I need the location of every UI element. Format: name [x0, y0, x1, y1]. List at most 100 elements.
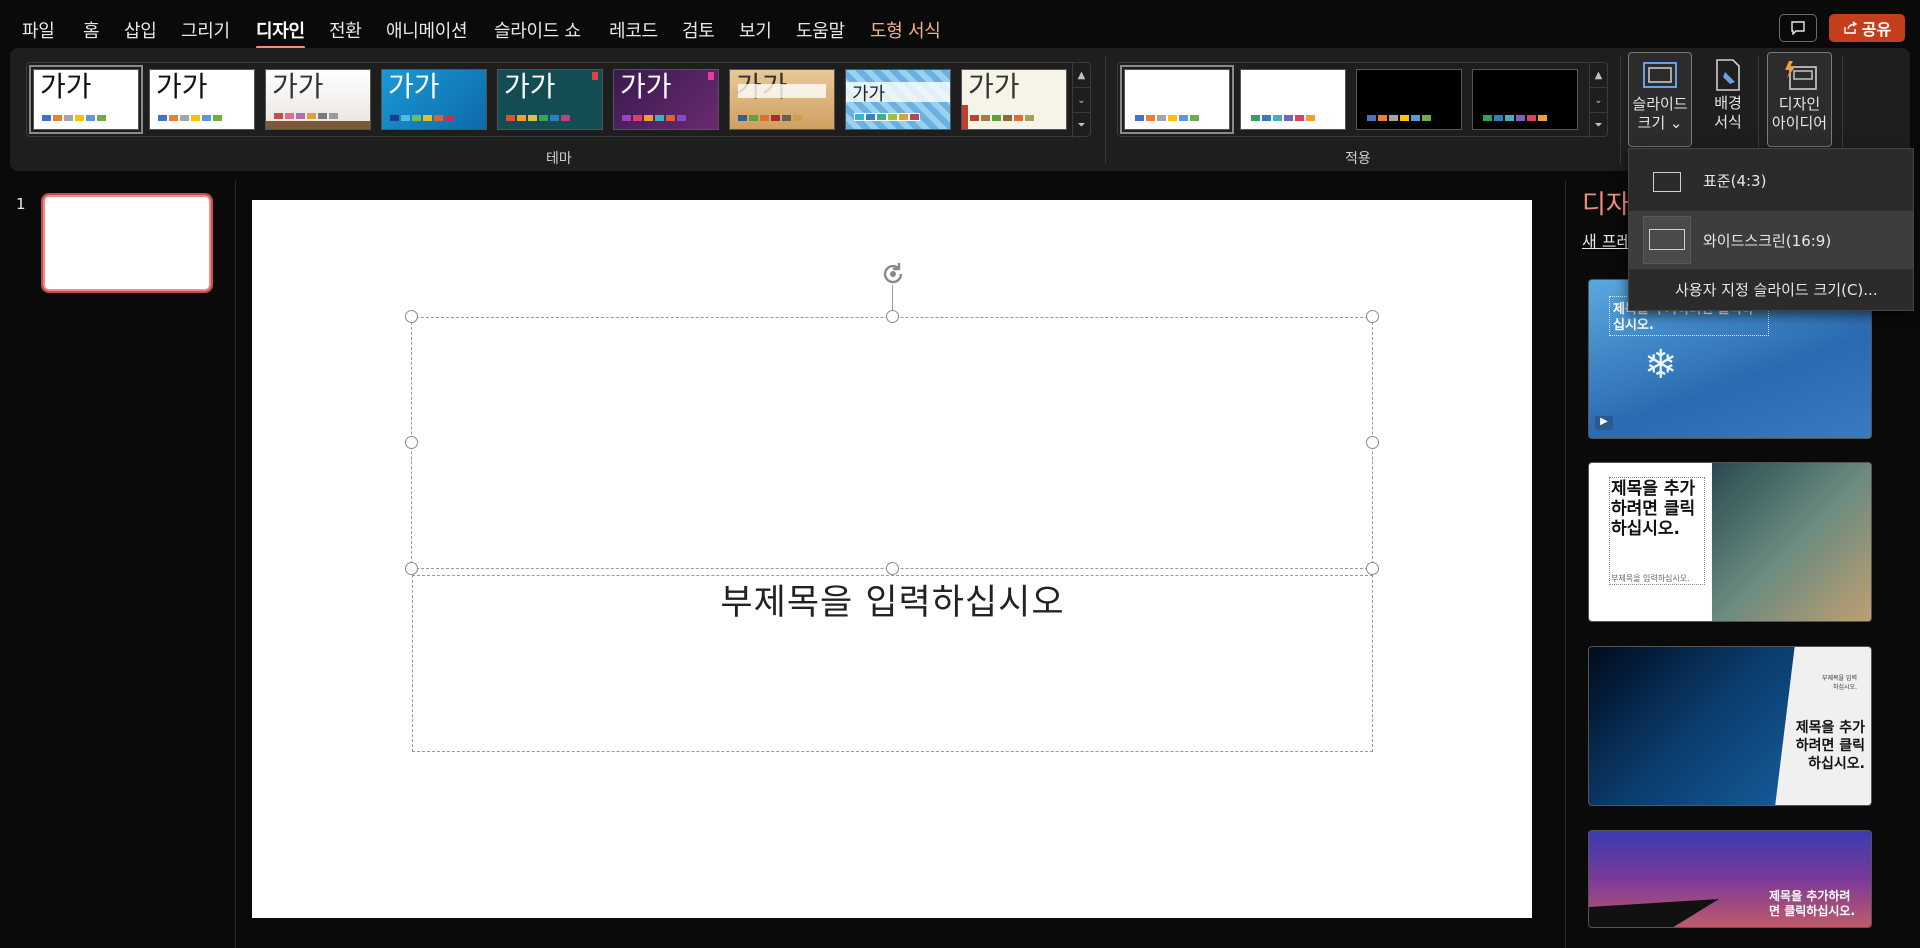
format-background-label-1: 배경	[1714, 94, 1742, 112]
resize-handle-s[interactable]	[886, 562, 899, 575]
theme-sample-text: 가가	[40, 70, 92, 103]
group-separator	[1620, 56, 1621, 164]
theme-ion-board[interactable]: 가가	[497, 69, 603, 130]
designer-button[interactable]: 디자인 아이디어	[1767, 52, 1832, 147]
menu-bar: 파일 홈 삽입 그리기 디자인 전환 애니메이션 슬라이드 쇼 레코드 검토 보…	[0, 0, 1920, 49]
snowflake-icon: ❄	[1644, 342, 1678, 388]
tab-home[interactable]: 홈	[83, 17, 100, 43]
tab-help[interactable]: 도움말	[796, 17, 845, 43]
slide-size-label-2: 크기 ⌄	[1637, 114, 1683, 132]
format-background-button[interactable]: 배경 서식	[1696, 52, 1760, 147]
slide-size-menu: 표준(4:3) 와이드스크린(16:9) 사용자 지정 슬라이드 크기(C)..…	[1628, 148, 1914, 311]
comment-icon	[1791, 21, 1805, 35]
resize-handle-e[interactable]	[1366, 436, 1379, 449]
variants-group-label: 적용	[1345, 151, 1371, 167]
tab-insert[interactable]: 삽입	[124, 17, 157, 43]
slide-size-standard-label: 표준(4:3)	[1703, 171, 1767, 190]
themes-gallery-scroll: ▲ ⌄ ⏷	[1072, 63, 1090, 138]
share-label: 공유	[1861, 20, 1892, 39]
format-background-label-2: 서식	[1714, 113, 1742, 131]
slide-size-button[interactable]: 슬라이드 크기 ⌄	[1628, 52, 1692, 147]
tab-shape-format[interactable]: 도형 서식	[870, 17, 941, 43]
theme-gallery[interactable]: 가가	[265, 69, 371, 130]
theme-sample-text: 가가	[968, 70, 1020, 103]
themes-gallery: 가가 가가 가가 가가 가가 가가 가가 가가 ▲ ⌄ ⏷	[26, 62, 1091, 138]
design-idea-4[interactable]: 제목을 추가하려면 클릭하십시오.	[1588, 830, 1872, 928]
new-presentation-link[interactable]: 새 프레	[1582, 228, 1631, 252]
theme-ion[interactable]: 가가	[381, 69, 487, 130]
scroll-up-icon[interactable]: ▲	[1073, 63, 1090, 88]
theme-sample-text: 가가	[156, 70, 208, 103]
custom-slide-size[interactable]: 사용자 지정 슬라이드 크기(C)...	[1675, 279, 1878, 300]
video-icon: ▶	[1595, 416, 1613, 430]
powerpoint-window: 파일 홈 삽입 그리기 디자인 전환 애니메이션 슬라이드 쇼 레코드 검토 보…	[0, 0, 1920, 948]
theme-slice[interactable]: 가가	[845, 69, 951, 130]
slide-size-widescreen-label: 와이드스크린(16:9)	[1703, 231, 1832, 250]
title-placeholder[interactable]	[411, 317, 1373, 569]
more-icon[interactable]: ⏷	[1590, 113, 1607, 138]
group-separator	[1105, 56, 1106, 164]
more-icon[interactable]: ⏷	[1073, 113, 1090, 138]
designer-icon	[1784, 61, 1817, 90]
tab-animations[interactable]: 애니메이션	[386, 17, 468, 43]
variant-3[interactable]	[1356, 69, 1462, 130]
scroll-up-icon[interactable]: ▲	[1590, 63, 1607, 88]
format-background-icon	[1716, 59, 1740, 91]
slide-size-standard[interactable]: 표준(4:3)	[1629, 151, 1913, 209]
design-idea-subtitle: 부제목을 입력하십시오.	[1611, 574, 1690, 583]
themes-group-label: 테마	[546, 151, 572, 167]
tab-view[interactable]: 보기	[739, 17, 772, 43]
comments-button[interactable]	[1779, 14, 1817, 42]
slide-thumbnail-pane: 1	[0, 180, 236, 948]
theme-office[interactable]: 가가	[29, 65, 143, 134]
design-idea-title: 제목을 추가하려면 클릭하십시오.	[1611, 479, 1696, 539]
variants-gallery: ▲ ⌄ ⏷	[1117, 62, 1608, 138]
scroll-down-icon[interactable]: ⌄	[1073, 88, 1090, 113]
share-button[interactable]: 공유	[1829, 14, 1905, 42]
design-idea-2[interactable]: 제목을 추가하려면 클릭하십시오. 부제목을 입력하십시오.	[1588, 462, 1872, 622]
slide-number: 1	[16, 195, 26, 213]
designer-label-1: 디자인	[1778, 95, 1821, 113]
resize-handle-n[interactable]	[886, 310, 899, 323]
tab-slideshow[interactable]: 슬라이드 쇼	[494, 17, 581, 43]
slide-size-label-1: 슬라이드	[1632, 95, 1688, 113]
theme-wood[interactable]: 가가	[729, 69, 835, 130]
tab-transitions[interactable]: 전환	[329, 17, 362, 43]
slide-thumbnail[interactable]	[41, 193, 213, 293]
scroll-down-icon[interactable]: ⌄	[1590, 88, 1607, 113]
resize-handle-nw[interactable]	[405, 310, 418, 323]
tab-record[interactable]: 레코드	[609, 17, 658, 43]
design-idea-title: 제목을 추가하려면 클릭하십시오.	[1795, 720, 1865, 772]
designer-label-2: 아이디어	[1771, 114, 1828, 132]
variant-1[interactable]	[1120, 65, 1234, 134]
theme-sample-text: 가가	[852, 84, 886, 105]
slide-size-icon	[1643, 62, 1677, 88]
tab-draw[interactable]: 그리기	[181, 17, 230, 43]
share-icon	[1844, 21, 1858, 34]
resize-handle-se[interactable]	[1366, 562, 1379, 575]
theme-sample-text: 가가	[620, 70, 672, 103]
theme-sample-text: 가가	[388, 70, 440, 103]
theme-sample-text: 가가	[504, 70, 556, 103]
theme-sample-text: 가가	[272, 70, 324, 103]
theme-office-2[interactable]: 가가	[149, 69, 255, 130]
standard-ratio-icon	[1653, 172, 1681, 192]
variant-2[interactable]	[1240, 69, 1346, 130]
resize-handle-sw[interactable]	[405, 562, 418, 575]
tab-file[interactable]: 파일	[22, 17, 55, 43]
variant-4[interactable]	[1472, 69, 1578, 130]
widescreen-ratio-icon	[1649, 229, 1685, 250]
theme-retrospect[interactable]: 가가	[961, 69, 1067, 130]
design-idea-title: 제목을 추가하려면 클릭하십시오.	[1769, 889, 1856, 918]
tab-design[interactable]: 디자인	[256, 17, 305, 49]
resize-handle-w[interactable]	[405, 436, 418, 449]
subtitle-placeholder-text[interactable]: 부제목을 입력하십시오	[412, 574, 1373, 625]
slide-size-widescreen[interactable]: 와이드스크린(16:9)	[1629, 211, 1913, 269]
designer-pane-title: 디자	[1582, 190, 1630, 220]
theme-organic[interactable]: 가가	[613, 69, 719, 130]
rotate-handle-icon[interactable]	[879, 260, 907, 288]
resize-handle-ne[interactable]	[1366, 310, 1379, 323]
design-idea-3[interactable]: 부제목을 입력하십시오. 제목을 추가하려면 클릭하십시오.	[1588, 646, 1872, 806]
tab-review[interactable]: 검토	[682, 17, 715, 43]
ribbon: 가가 가가 가가 가가 가가 가가 가가 가가 ▲ ⌄ ⏷ 테마 ▲ ⌄ ⏷ 적…	[10, 48, 1910, 171]
